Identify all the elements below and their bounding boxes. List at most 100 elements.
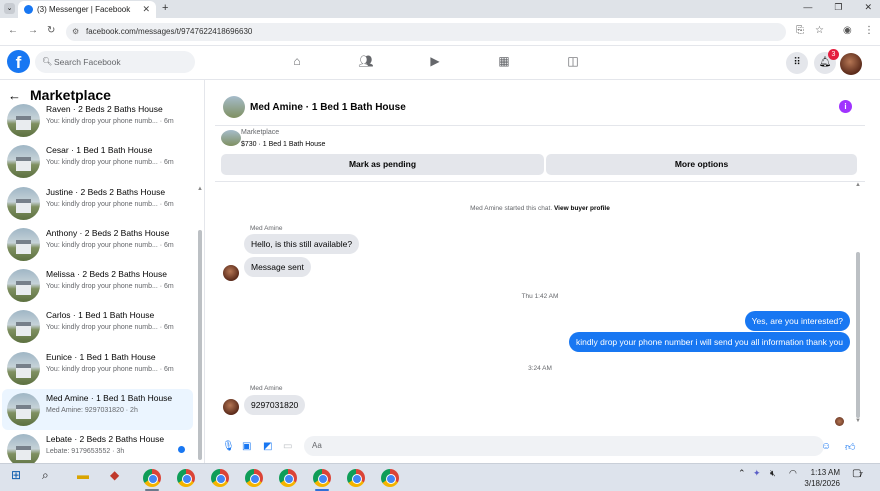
app-icon[interactable]: ◆ [110, 468, 119, 482]
restore-icon[interactable]: ❐ [834, 2, 842, 13]
incoming-message[interactable]: Hello, is this still available? [244, 234, 360, 254]
view-buyer-profile-link[interactable]: View buyer profile [554, 205, 610, 212]
marketplace-icon[interactable]: ▦ [495, 54, 513, 70]
sticker-icon[interactable]: ◩ [263, 441, 272, 452]
scroll-up-icon[interactable]: ▲ [197, 186, 203, 192]
volume-muted-icon[interactable]: 🔇︎ [770, 468, 776, 479]
install-icon[interactable]: ⎘ [796, 25, 804, 36]
sidebar-scrollbar[interactable] [198, 230, 202, 460]
conversation-item[interactable]: Melissa · 2 Beds 2 Baths House You: kindl… [2, 265, 193, 306]
search-facebook-input[interactable]: 🔍︎ Search Facebook [35, 51, 195, 73]
chrome-icon[interactable] [313, 469, 331, 487]
bookmark-star-icon[interactable]: ☆ [815, 25, 824, 36]
search-icon: 🔍︎ [42, 57, 53, 66]
conversation-item[interactable]: Lebate · 2 Beds 2 Baths House Lebate: 917… [2, 430, 193, 463]
conversation-title: Anthony · 2 Beds 2 Baths House [46, 227, 170, 238]
gif-icon[interactable]: ▭ [283, 441, 292, 452]
listing-thumbnail [7, 104, 40, 137]
windows-start-icon[interactable]: ⊞ [11, 468, 21, 482]
chat-header: Med Amine · 1 Bed 1 Bath House i [215, 80, 865, 126]
chrome-icon[interactable] [245, 469, 263, 487]
microphone-icon[interactable]: 🎙︎ [222, 441, 235, 452]
wifi-icon[interactable]: ◠ [789, 468, 797, 479]
teams-icon[interactable]: ✦ [753, 468, 761, 479]
chrome-icon[interactable] [177, 469, 195, 487]
facebook-logo-icon[interactable]: f [7, 50, 30, 73]
tab-search-icon[interactable]: ⌄ [4, 3, 15, 14]
account-avatar[interactable] [840, 53, 862, 75]
message-input[interactable]: Aa [304, 436, 824, 456]
browser-tab[interactable]: (3) Messenger | Facebook ✕ [18, 1, 156, 18]
chat-scrollbar[interactable] [856, 252, 860, 418]
profile-icon[interactable]: ◉ [843, 25, 852, 36]
conversation-title: Raven · 2 Beds 2 Baths House [46, 104, 163, 114]
site-info-icon[interactable]: ⚙ [72, 23, 79, 41]
taskbar-clock[interactable]: 1:13 AM 3/18/2026 [800, 467, 840, 489]
close-tab-icon[interactable]: ✕ [142, 4, 150, 15]
chrome-icon[interactable] [211, 469, 229, 487]
menu-grid-icon[interactable]: ⠿ [786, 52, 808, 74]
started-text: Med Amine started this chat. [470, 205, 553, 212]
chat-title[interactable]: Med Amine · 1 Bed 1 Bath House [250, 102, 406, 113]
conversation-snippet: You: kindly drop your phone numb... · 6m [46, 159, 174, 167]
photo-icon[interactable]: ▣ [242, 441, 251, 452]
file-explorer-icon[interactable]: ▬ [77, 468, 89, 482]
home-icon[interactable]: ⌂ [288, 54, 306, 70]
chrome-icon[interactable] [347, 469, 365, 487]
conversation-snippet: You: kindly drop your phone numb... · 6m [46, 241, 174, 249]
sender-avatar[interactable] [223, 399, 239, 415]
seen-receipt-avatar [835, 417, 844, 426]
listing-price[interactable]: $730 · 1 Bed 1 Bath House [241, 141, 325, 148]
conversation-snippet: You: kindly drop your phone numb... · 6m [46, 365, 174, 373]
conversation-title: Eunice · 1 Bed 1 Bath House [46, 351, 156, 362]
conversation-item[interactable]: Justine · 2 Beds 2 Baths House You: kindl… [2, 183, 193, 224]
notification-badge: 3 [828, 49, 839, 60]
chat-avatar[interactable] [223, 96, 245, 118]
listing-thumbnail [7, 269, 40, 303]
more-options-button[interactable]: More options [546, 154, 857, 175]
conversation-item[interactable]: Eunice · 1 Bed 1 Bath House You: kindly d… [2, 348, 193, 389]
chrome-icon[interactable] [381, 469, 399, 487]
minimize-icon[interactable]: — [803, 2, 812, 13]
gaming-icon[interactable]: ◫ [564, 54, 582, 70]
close-window-icon[interactable]: ✕ [864, 2, 872, 13]
conversation-item[interactable]: Carlos · 1 Bed 1 Bath House You: kindly d… [2, 306, 193, 347]
search-icon[interactable]: ⌕ [42, 468, 49, 483]
marketplace-sidebar: ← Marketplace Raven · 2 Beds 2 Baths Hou… [0, 80, 205, 463]
chrome-icon[interactable] [143, 469, 161, 487]
emoji-icon[interactable]: ☺ [821, 441, 831, 452]
show-hidden-icons-icon[interactable]: ⌃ [738, 468, 746, 479]
divider [215, 181, 865, 182]
conversation-list: Raven · 2 Beds 2 Baths House You: kindly … [0, 100, 196, 463]
browser-menu-icon[interactable]: ⋮ [864, 25, 874, 36]
back-icon[interactable]: ← [8, 25, 18, 36]
clock-date: 3/18/2026 [804, 479, 840, 488]
friends-icon[interactable]: 👥︎ [357, 54, 375, 70]
forward-icon[interactable]: → [28, 25, 38, 36]
unread-dot [178, 446, 185, 454]
mark-as-pending-button[interactable]: Mark as pending [221, 154, 544, 175]
incoming-message[interactable]: Message sent [244, 257, 311, 277]
listing-thumbnail [7, 310, 40, 344]
incoming-message[interactable]: 9297031820 [244, 395, 306, 415]
facebook-favicon-icon [24, 5, 33, 14]
scroll-up-icon[interactable]: ▲ [855, 182, 861, 188]
conversation-item[interactable]: Anthony · 2 Beds 2 Baths House You: kindl… [2, 224, 193, 265]
outgoing-message[interactable]: kindly drop your phone number i will sen… [569, 332, 850, 352]
video-icon[interactable]: ▶ [426, 54, 444, 70]
conversation-item[interactable]: Cesar · 1 Bed 1 Bath House You: kindly dr… [2, 141, 193, 182]
url-field[interactable]: ⚙ facebook.com/messages/t/97476224186966… [66, 23, 786, 41]
conversation-item[interactable]: Med Amine · 1 Bed 1 Bath House Med Amine:… [2, 389, 193, 431]
new-tab-icon[interactable]: + [162, 2, 168, 14]
thumbs-up-icon[interactable]: 👍︎ [845, 441, 855, 453]
listing-thumbnail[interactable] [221, 130, 241, 146]
conversation-item[interactable]: Raven · 2 Beds 2 Baths House You: kindly … [2, 100, 193, 141]
scroll-down-icon[interactable]: ▼ [855, 418, 861, 424]
sender-avatar[interactable] [223, 265, 239, 281]
info-icon[interactable]: i [839, 100, 852, 113]
url-text: facebook.com/messages/t/9747622418696630 [86, 27, 253, 36]
reload-icon[interactable]: ↻ [47, 25, 55, 36]
chrome-icon[interactable] [279, 469, 297, 487]
composer: 🎙︎ ▣ ◩ ▭ Aa ☺ 👍︎ [215, 432, 865, 462]
outgoing-message[interactable]: Yes, are you interested? [744, 311, 850, 331]
